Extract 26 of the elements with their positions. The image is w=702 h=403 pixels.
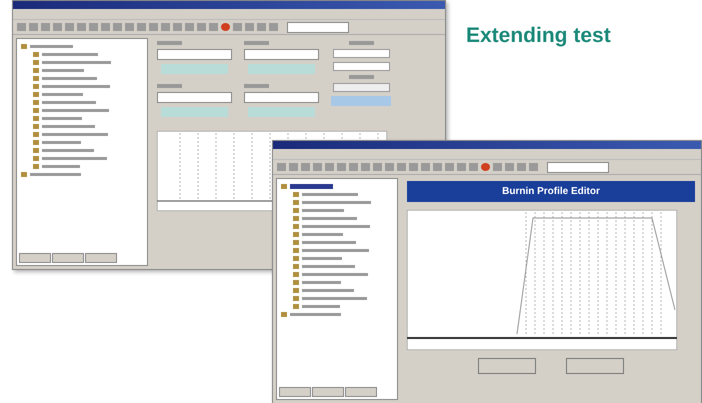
field-label <box>348 75 374 79</box>
panel-tab[interactable] <box>279 387 311 397</box>
panel-tab[interactable] <box>312 387 344 397</box>
input-field[interactable] <box>332 62 390 71</box>
panel-tab[interactable] <box>85 253 117 263</box>
panel-tab[interactable] <box>19 253 51 263</box>
input-field[interactable] <box>244 49 319 60</box>
input-field[interactable] <box>244 92 319 103</box>
tree-item[interactable] <box>290 184 333 188</box>
page-heading: Extending test <box>466 24 611 48</box>
panel-tab[interactable] <box>52 253 84 263</box>
toolbar-field[interactable] <box>287 22 349 32</box>
input-field[interactable] <box>157 49 232 60</box>
save-button[interactable] <box>566 358 624 374</box>
field-label <box>157 84 182 88</box>
edit-button[interactable] <box>478 358 536 374</box>
toolbar-field[interactable] <box>547 162 609 172</box>
field-label <box>157 41 182 45</box>
input-field[interactable] <box>157 92 232 103</box>
field-label <box>348 41 374 45</box>
editor-header: Burnin Profile Editor <box>407 181 695 202</box>
dropdown[interactable] <box>332 83 390 92</box>
field-label <box>244 41 269 45</box>
panel-tab[interactable] <box>345 387 377 397</box>
input-field[interactable] <box>332 49 390 58</box>
field-label <box>244 84 269 88</box>
